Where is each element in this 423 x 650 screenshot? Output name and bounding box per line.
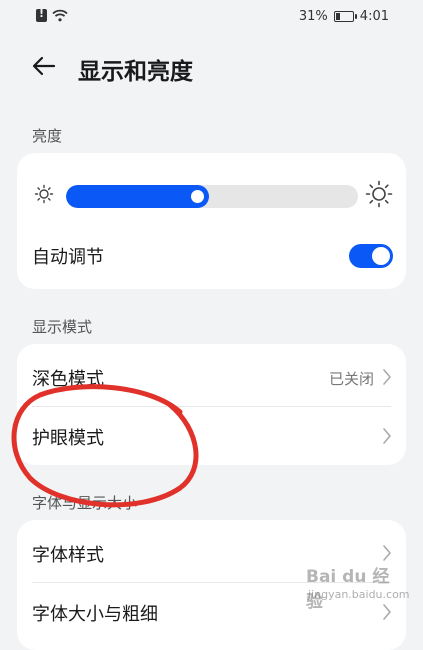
display-mode-section-label: 显示模式 xyxy=(32,318,93,336)
auto-adjust-label: 自动调节 xyxy=(32,247,104,268)
back-arrow-icon[interactable] xyxy=(30,52,58,80)
auto-adjust-row[interactable]: 自动调节 xyxy=(17,225,406,285)
font-section-label: 字体与显示大小 xyxy=(32,494,138,512)
display-mode-card: 深色模式 已关闭 护眼模式 xyxy=(17,344,406,465)
page-title: 显示和亮度 xyxy=(78,59,193,85)
battery-percent: 31% xyxy=(298,9,328,24)
chevron-right-icon xyxy=(383,369,391,385)
brightness-slider[interactable] xyxy=(17,175,406,215)
dark-mode-row[interactable]: 深色模式 已关闭 xyxy=(17,347,406,407)
wifi-icon xyxy=(52,9,68,22)
dark-mode-label: 深色模式 xyxy=(32,369,104,390)
font-size-label: 字体大小与粗细 xyxy=(32,604,158,625)
sun-small-icon xyxy=(34,184,54,204)
sim-alert-icon xyxy=(36,7,47,22)
dark-mode-value: 已关闭 xyxy=(328,370,374,388)
font-style-row[interactable]: 字体样式 xyxy=(17,523,406,583)
chevron-right-icon xyxy=(383,604,391,620)
chevron-right-icon xyxy=(383,545,391,561)
chevron-right-icon xyxy=(383,428,391,444)
eye-comfort-row[interactable]: 护眼模式 xyxy=(17,406,406,465)
header: 显示和亮度 xyxy=(0,44,423,90)
brightness-section-label: 亮度 xyxy=(32,127,63,145)
toggle-knob xyxy=(372,247,390,265)
font-card: 字体样式 字体大小与粗细 xyxy=(17,520,406,650)
eye-comfort-label: 护眼模式 xyxy=(32,428,104,449)
battery-icon xyxy=(333,11,357,22)
sun-large-icon xyxy=(365,180,393,208)
font-size-row[interactable]: 字体大小与粗细 xyxy=(17,582,406,642)
brightness-card: 自动调节 xyxy=(17,153,406,289)
brightness-thumb[interactable] xyxy=(191,190,205,203)
auto-adjust-toggle[interactable] xyxy=(349,244,393,268)
clock: 4:01 xyxy=(359,9,389,24)
brightness-fill xyxy=(66,185,210,208)
brightness-track[interactable] xyxy=(66,185,358,208)
status-bar: 31% 4:01 xyxy=(0,0,423,34)
font-style-label: 字体样式 xyxy=(32,545,104,566)
